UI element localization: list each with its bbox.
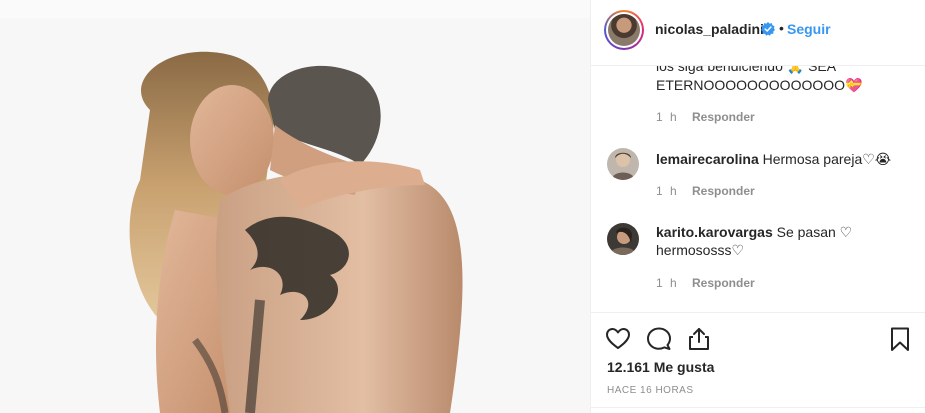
comment-bubble-icon[interactable] <box>646 326 672 352</box>
comment-time[interactable]: 1 h <box>656 276 679 290</box>
comment-text-continued: hermososss♡ <box>656 242 745 258</box>
comments-list: los siga bendiciendo 🙏 SEA ETERNOOOOOOOO… <box>591 66 925 312</box>
list-item: lemairecarolina Hermosa pareja♡😭 <box>656 150 891 168</box>
commenter-avatar[interactable] <box>607 223 639 255</box>
reply-button[interactable]: Responder <box>692 110 755 124</box>
comment-username[interactable]: karito.karovargas <box>656 224 773 240</box>
follow-button[interactable]: Seguir <box>787 21 831 37</box>
heart-outline-icon[interactable] <box>605 326 631 352</box>
divider <box>591 407 925 408</box>
reply-button[interactable]: Responder <box>692 276 755 290</box>
partial-comment-line-2: ETERNOOOOOOOOOOOOO💝 <box>656 77 863 93</box>
partial-comment-line-1: los siga bendiciendo 🙏 SEA <box>656 66 837 74</box>
post-header: nicolas_paladini • Seguir <box>591 0 925 66</box>
post-photo[interactable] <box>0 0 591 413</box>
comment-username[interactable]: lemairecarolina <box>656 151 759 167</box>
header-separator: • <box>779 20 784 36</box>
post-time-ago[interactable]: HACE 16 HORAS <box>607 385 694 396</box>
list-item: karito.karovargas Se pasan ♡ <box>656 223 852 241</box>
comment-text: Se pasan ♡ <box>776 224 853 240</box>
post-actions: 12.161 Me gusta HACE 16 HORAS <box>591 312 925 413</box>
share-upload-icon[interactable] <box>686 326 712 352</box>
author-avatar[interactable] <box>604 10 644 50</box>
partial-comment-meta: 1 h Responder <box>656 110 755 124</box>
likes-count[interactable]: 12.161 Me gusta <box>607 359 714 375</box>
author-username[interactable]: nicolas_paladini <box>655 21 764 37</box>
comment-meta: 1 h Responder <box>656 184 755 198</box>
commenter-avatar[interactable] <box>607 148 639 180</box>
post-side-panel: nicolas_paladini • Seguir los siga bendi… <box>591 0 925 413</box>
comment-time[interactable]: 1 h <box>656 184 679 198</box>
reply-button[interactable]: Responder <box>692 184 755 198</box>
comment-time[interactable]: 1 h <box>656 110 679 124</box>
post-photo-illustration <box>0 18 590 413</box>
bookmark-icon[interactable] <box>887 326 913 352</box>
verified-badge-icon <box>761 22 775 36</box>
comment-meta: 1 h Responder <box>656 276 755 290</box>
comment-text: Hermosa pareja♡😭 <box>762 151 892 167</box>
